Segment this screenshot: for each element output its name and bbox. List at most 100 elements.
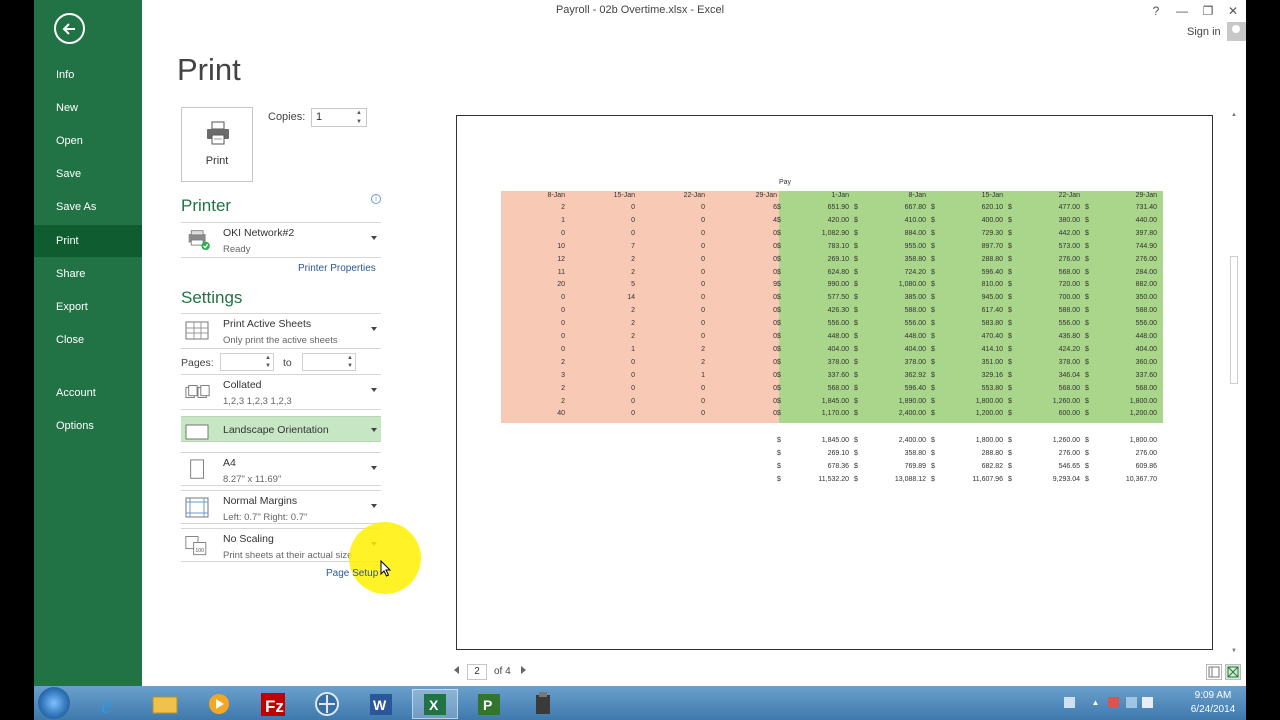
pages-to-up-icon[interactable]: ▲ (345, 354, 355, 362)
printer-properties-link[interactable]: Printer Properties (298, 263, 376, 274)
copies-down-icon[interactable]: ▼ (354, 118, 364, 126)
currency-symbol: $ (854, 345, 858, 353)
printer-dropdown[interactable]: OKI Network#2 Ready (181, 222, 381, 258)
network-tray-icon[interactable] (1126, 697, 1137, 708)
pay-cell: 990.00 (827, 281, 849, 289)
clock-time[interactable]: 9:09 AM (1184, 690, 1242, 701)
margins-dropdown[interactable]: Normal Margins Left: 0.7" Right: 0.7" (181, 490, 381, 524)
collate-dropdown[interactable]: Collated 1,2,3 1,2,3 1,2,3 (181, 374, 381, 410)
filezilla-icon: Fz (261, 693, 285, 716)
print-what-dropdown[interactable]: Print Active Sheets Only print the activ… (181, 313, 381, 349)
taskbar-media-player[interactable] (196, 689, 242, 719)
previous-page-icon[interactable] (454, 666, 459, 674)
currency-symbol: $ (1008, 333, 1012, 340)
minimize-button[interactable]: — (1172, 2, 1192, 20)
nav-item-save-as[interactable]: Save As (34, 191, 142, 223)
nav-item-save[interactable]: Save (34, 158, 142, 190)
nav-item-close[interactable]: Close (34, 324, 142, 356)
hours-cell: 0 (631, 384, 635, 392)
nav-item-info[interactable]: Info (34, 59, 142, 91)
hours-column-header: 22-Jan (683, 192, 705, 199)
currency-symbol: $ (1008, 410, 1012, 418)
back-arrow-icon (62, 23, 75, 35)
back-button[interactable] (54, 13, 85, 44)
currency-symbol: $ (777, 307, 781, 315)
taskbar-internet-explorer[interactable]: e (88, 689, 134, 719)
hours-cell: 9 (773, 281, 777, 289)
print-button[interactable]: Print (181, 107, 253, 182)
pay-cell: 378.00 (1058, 358, 1080, 366)
pages-to-down-icon[interactable]: ▼ (345, 362, 355, 370)
preview-scrollbar[interactable]: ▲ ▼ (1228, 108, 1240, 658)
pages-from-up-icon[interactable]: ▲ (263, 354, 273, 362)
clock-date[interactable]: 6/24/2014 (1184, 704, 1242, 715)
scroll-up-icon[interactable]: ▲ (1229, 112, 1239, 118)
pay-cell: 568.00 (1058, 268, 1080, 276)
action-center-icon[interactable] (1108, 697, 1119, 708)
pay-cell: 276.00 (1135, 255, 1157, 263)
currency-symbol: $ (1085, 437, 1089, 444)
currency-symbol: $ (931, 216, 935, 224)
hours-column-header: 8-Jan (547, 192, 565, 199)
help-button[interactable]: ? (1146, 2, 1166, 20)
restore-button[interactable]: ❐ (1198, 2, 1218, 20)
start-button[interactable] (38, 687, 70, 719)
currency-symbol: $ (777, 242, 781, 250)
hours-cell: 2 (561, 397, 565, 405)
printer-name: OKI Network#2 (223, 227, 295, 239)
currency-symbol: $ (1085, 371, 1089, 379)
page-title: Print (177, 52, 241, 87)
pages-from-down-icon[interactable]: ▼ (263, 362, 273, 370)
nav-item-share[interactable]: Share (34, 258, 142, 290)
folder-icon (152, 696, 178, 714)
pay-cell: 1,800.00 (975, 397, 1003, 405)
pay-cell: 436.80 (1058, 333, 1080, 340)
currency-symbol: $ (1085, 462, 1089, 470)
paper-size-dropdown[interactable]: A4 8.27" x 11.69" (181, 452, 381, 486)
zoom-to-page-button[interactable] (1225, 664, 1241, 680)
taskbar-project[interactable]: P (466, 689, 512, 719)
nav-item-export[interactable]: Export (34, 291, 142, 323)
taskbar-tool[interactable] (520, 689, 566, 719)
info-icon[interactable]: i (371, 194, 381, 204)
nav-item-options[interactable]: Options (34, 410, 142, 442)
paper-desc: 8.27" x 11.69" (223, 474, 282, 485)
margins-desc: Left: 0.7" Right: 0.7" (223, 512, 308, 523)
taskbar-excel[interactable]: X (412, 689, 458, 719)
current-page-input[interactable]: 2 (467, 664, 487, 680)
summary-cell: 358.80 (904, 449, 926, 457)
copies-up-icon[interactable]: ▲ (354, 109, 364, 117)
collate-title: Collated (223, 379, 262, 391)
show-hidden-icons-icon[interactable]: ▲ (1090, 697, 1101, 708)
keyboard-tray-icon[interactable] (1064, 697, 1075, 708)
currency-symbol: $ (931, 320, 935, 328)
hours-cell: 0 (701, 281, 705, 289)
nav-item-print[interactable]: Print (34, 225, 142, 257)
nav-item-account[interactable]: Account (34, 377, 142, 409)
paper-icon (190, 459, 204, 479)
pay-cell: 596.40 (981, 268, 1003, 276)
currency-symbol: $ (931, 462, 935, 470)
nav-item-open[interactable]: Open (34, 125, 142, 157)
next-page-icon[interactable] (521, 666, 526, 674)
currency-symbol: $ (931, 384, 935, 392)
scroll-down-icon[interactable]: ▼ (1229, 648, 1239, 654)
zoom-page-icon (1227, 666, 1239, 678)
hours-cell: 0 (631, 410, 635, 418)
sign-in-link[interactable]: Sign in (1187, 26, 1221, 38)
nav-item-new[interactable]: New (34, 92, 142, 124)
pay-cell: 568.00 (1135, 384, 1157, 392)
taskbar-word[interactable]: W (358, 689, 404, 719)
show-margins-button[interactable] (1206, 664, 1222, 680)
orientation-dropdown[interactable]: Landscape Orientation (181, 416, 381, 442)
taskbar-file-explorer[interactable] (142, 689, 188, 719)
close-button[interactable]: ✕ (1223, 2, 1243, 20)
taskbar-network-app[interactable] (304, 689, 350, 719)
hours-cell: 0 (561, 307, 565, 315)
page-setup-link[interactable]: Page Setup (326, 568, 378, 579)
chevron-down-icon (371, 327, 377, 331)
avatar-icon[interactable] (1227, 22, 1246, 41)
taskbar-filezilla[interactable]: Fz (250, 689, 296, 719)
scrollbar-thumb[interactable] (1230, 256, 1238, 384)
volume-icon[interactable] (1142, 697, 1153, 708)
